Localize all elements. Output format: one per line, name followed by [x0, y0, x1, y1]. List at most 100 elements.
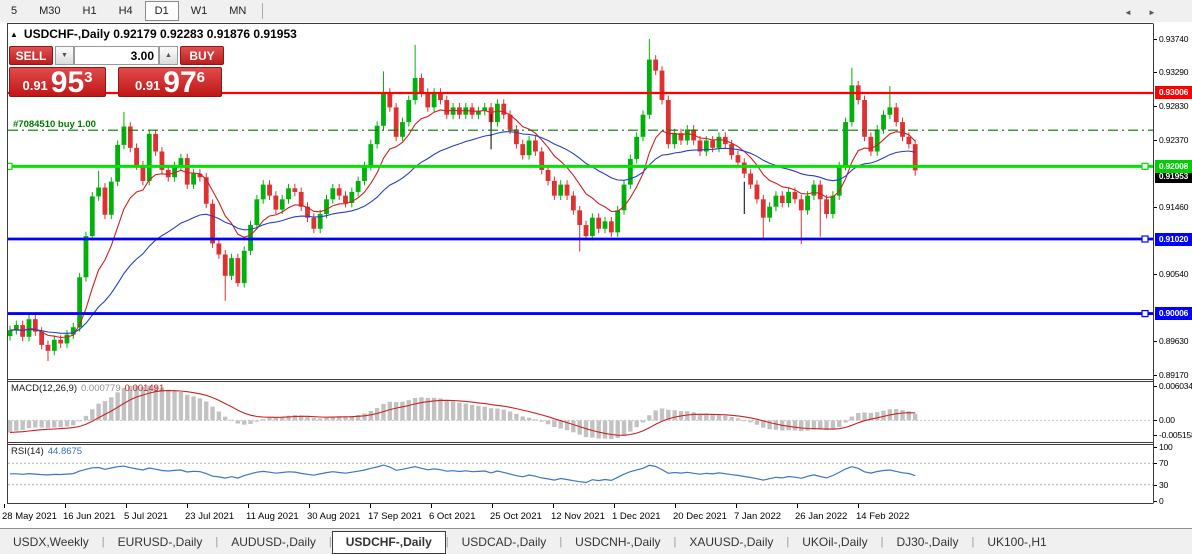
spin-down-icon: ▼ [61, 52, 68, 59]
date-tick-label: 30 Aug 2021 [307, 511, 361, 522]
rsi-name: RSI(14) [11, 446, 44, 457]
axis-tick-mark [1154, 206, 1157, 208]
date-tick-label: 14 Feb 2022 [856, 511, 910, 522]
price-line-badge: 0.91020 [1155, 232, 1192, 246]
macd-axis-label: -0.005158 [1159, 430, 1192, 440]
axis-tick-mark [1154, 105, 1157, 107]
timeframe-toolbar: 5 M30 H1 H4 D1 W1 MN [0, 0, 1192, 23]
chart-tab-usdxweekly[interactable]: USDX,Weekly [0, 531, 102, 553]
sell-price-box[interactable]: 0.91 95 3 [9, 67, 106, 98]
date-tick-mark [736, 504, 737, 508]
spin-up-icon: ▲ [165, 52, 172, 59]
rsi-axis-label: 100 [1159, 442, 1173, 452]
chart-tab-usdcaddaily[interactable]: USDCAD-,Daily [449, 531, 560, 553]
volume-increase-button[interactable]: ▲ [159, 46, 178, 65]
volume-input[interactable] [74, 46, 159, 65]
date-tick-mark [858, 504, 859, 508]
axis-tick-mark [1154, 501, 1157, 502]
date-tick-mark [797, 504, 798, 508]
axis-tick-mark [1154, 139, 1157, 141]
macd-signal-value: 0.001491 [124, 383, 165, 394]
date-tick-label: 26 Jan 2022 [795, 511, 848, 522]
date-tick-label: 28 May 2021 [2, 511, 57, 522]
macd-axis-label: 0.00 [1159, 415, 1175, 426]
buy-price-box[interactable]: 0.91 97 6 [118, 66, 222, 99]
toolbar-separator [262, 3, 264, 19]
date-tick-mark [614, 504, 615, 508]
chart-ohlc-values: 0.92179 0.92283 0.91876 0.91953 [113, 27, 297, 41]
date-tick-label: 7 Jan 2022 [734, 511, 782, 522]
date-tick-label: 17 Sep 2021 [368, 511, 422, 522]
axis-tick-mark [1154, 39, 1157, 40]
price-line-badge: 0.90006 [1155, 307, 1192, 321]
date-tick-mark [492, 504, 493, 508]
price-tick-label: 0.92370 [1159, 134, 1189, 145]
date-tick-label: 5 Jul 2021 [124, 511, 168, 522]
tabs-scroll-right-icon[interactable]: ► [1148, 8, 1156, 17]
date-tick-mark [309, 504, 310, 508]
open-order-label[interactable]: #7084510 buy 1.00 [13, 119, 96, 130]
timeframe-button-mn[interactable]: MN [219, 1, 256, 21]
chart-tab-xauusddaily[interactable]: XAUUSD-,Daily [676, 531, 786, 553]
date-tick-mark [431, 504, 432, 508]
axis-tick-mark [1154, 484, 1157, 486]
macd-name: MACD(12,26,9) [11, 383, 77, 394]
buy-button[interactable]: BUY [180, 46, 224, 65]
mt4-terminal-window: 5 M30 H1 H4 D1 W1 MN ▲ USDCHF-,Daily 0.92179 0.… [0, 0, 1192, 554]
timeframe-button-m30[interactable]: M30 [29, 1, 70, 21]
tabs-scroll-left-icon[interactable]: ◄ [1124, 8, 1132, 17]
chart-tab-usdcnhdaily[interactable]: USDCNH-,Daily [562, 531, 673, 553]
chart-tab-audusddaily[interactable]: AUDUSD-,Daily [218, 531, 329, 553]
collapse-panel-icon[interactable]: ▲ [10, 30, 18, 39]
chart-tab-uk100h1[interactable]: UK100-,H1 [974, 531, 1059, 553]
chart-tab-bar: USDX,Weekly | EURUSD-,Daily | AUDUSD-,Daily |… [0, 528, 1192, 554]
rsi-axis-label: 30 [1159, 479, 1169, 490]
price-tick-label: 0.93290 [1159, 67, 1189, 78]
price-line-badge: 0.93006 [1155, 86, 1192, 100]
chart-tab-dj30daily[interactable]: DJ30-,Daily [883, 531, 971, 553]
sell-price-prefix: 0.91 [22, 78, 48, 93]
date-tick-label: 16 Jun 2021 [63, 511, 116, 522]
timeframe-button-h4[interactable]: H4 [109, 1, 143, 21]
volume-decrease-button[interactable]: ▼ [55, 46, 74, 65]
date-tick-mark [126, 504, 127, 508]
price-axis[interactable]: 0.93740 0.93290 0.92830 0.92370 0.91460 0.905… [1154, 23, 1192, 504]
buy-price-big: 97 [163, 66, 197, 99]
timeframe-button-h1[interactable]: H1 [73, 1, 107, 21]
chart-tab-usdchfdaily[interactable]: USDCHF-,Daily [331, 530, 446, 554]
macd-axis-label: 0.006034 [1159, 381, 1192, 391]
axis-tick-mark [1154, 274, 1157, 276]
date-tick-mark [553, 504, 554, 508]
timeframe-button-5[interactable]: 5 [1, 1, 27, 21]
date-tick-mark [370, 504, 371, 508]
axis-tick-mark [1154, 435, 1157, 436]
price-tick-label: 0.89630 [1159, 336, 1189, 347]
date-tick-mark [187, 504, 188, 508]
chart-title-bar: ▲ USDCHF-,Daily 0.92179 0.92283 0.91876 0… [10, 27, 297, 41]
date-tick-label: 6 Oct 2021 [429, 511, 476, 522]
date-tick-label: 20 Dec 2021 [673, 511, 727, 522]
axis-tick-mark [1154, 375, 1157, 377]
date-tick-mark [4, 504, 5, 508]
sell-button[interactable]: SELL [9, 46, 53, 65]
macd-indicator-label: MACD(12,26,9) 0.000779 0.001491 [11, 383, 164, 394]
axis-tick-mark [1154, 447, 1157, 448]
price-tick-label: 0.90540 [1159, 269, 1189, 280]
price-tick-label: 0.89170 [1159, 370, 1189, 381]
chart-tab-ukoildaily[interactable]: UKOil-,Daily [789, 531, 880, 553]
date-tick-label: 11 Aug 2021 [246, 511, 299, 522]
chart-symbol-title: USDCHF-,Daily [23, 27, 110, 41]
axis-tick-mark [1154, 420, 1157, 422]
date-tick-mark [675, 504, 676, 508]
timeframe-button-w1[interactable]: W1 [181, 1, 218, 21]
axis-tick-mark [1154, 463, 1157, 465]
chart-tab-eurusddaily[interactable]: EURUSD-,Daily [105, 531, 216, 553]
date-tick-mark [65, 504, 66, 508]
axis-tick-mark [1154, 72, 1157, 74]
timeframe-button-d1[interactable]: D1 [144, 1, 179, 21]
date-tick-mark [248, 504, 249, 508]
date-tick-label: 25 Oct 2021 [490, 511, 542, 522]
buy-price-prefix: 0.91 [134, 78, 161, 93]
sell-price-pipette: 3 [84, 69, 93, 86]
date-axis[interactable]: 28 May 2021 16 Jun 2021 5 Jul 2021 23 Jul 2… [0, 504, 1154, 528]
